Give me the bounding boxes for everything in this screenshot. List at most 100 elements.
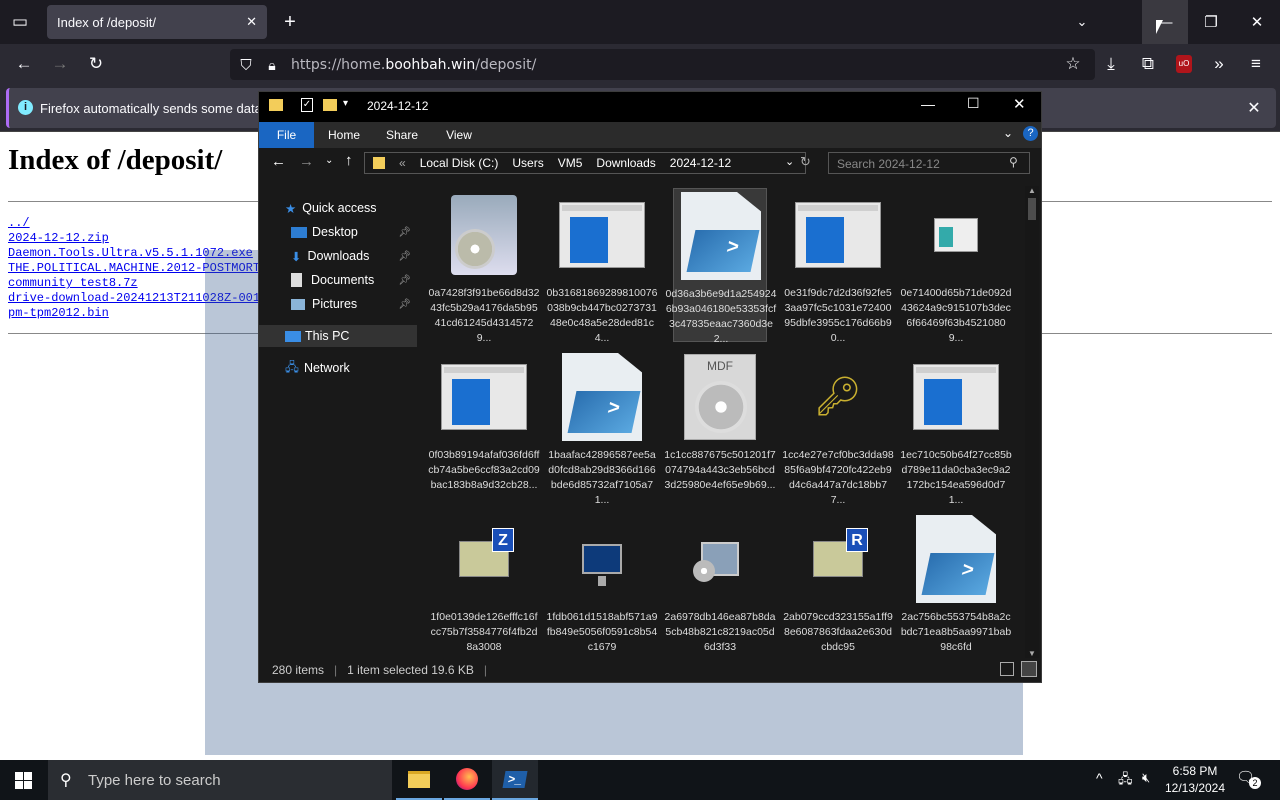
up-folder-icon[interactable]: ↑ xyxy=(345,152,353,169)
file-item[interactable]: 1ec710c50b64f27cc85bd789e11da0cba3ec9a21… xyxy=(900,350,1012,506)
selection-info: 1 item selected 19.6 KB xyxy=(347,663,474,677)
zip-archive-icon: Z xyxy=(439,516,529,602)
file-link[interactable]: pm-tpm2012.bin xyxy=(8,306,109,321)
sidebar-item-quick-access[interactable]: ★ Quick access xyxy=(259,197,417,219)
file-item[interactable]: MDF 1c1cc887675c501201f7074794a443c3eb56b… xyxy=(664,350,776,504)
sidebar-item-documents[interactable]: Documents 📌︎ xyxy=(259,269,417,291)
scrollbar-thumb[interactable] xyxy=(1028,198,1036,220)
file-item[interactable]: R 2ab079ccd323155a1ff98e6087863fdaa2e630d… xyxy=(783,512,893,656)
file-item[interactable]: >1baafac42896587ee5ad0fcd8ab29d8366d166b… xyxy=(548,350,656,506)
refresh-icon[interactable]: ↻ xyxy=(800,154,811,170)
chevron-down-icon[interactable]: ⌄ xyxy=(1068,8,1096,36)
breadcrumb-current[interactable]: 2024-12-12 xyxy=(670,156,731,170)
network-status-icon[interactable]: 🖧︎ xyxy=(1118,770,1133,792)
sidebar-item-downloads[interactable]: ⬇ Downloads 📌︎ xyxy=(259,245,417,267)
sidebar-item-desktop[interactable]: Desktop 📌︎ xyxy=(259,221,417,243)
downloads-icon[interactable]: ⤓ xyxy=(1097,50,1125,78)
sidebar-label: Quick access xyxy=(302,201,377,215)
scroll-down-icon[interactable]: ▼ xyxy=(1028,649,1036,658)
taskbar-file-explorer[interactable] xyxy=(396,760,442,800)
search-icon: ⚲ xyxy=(1009,155,1018,169)
browser-tab[interactable]: Index of /deposit/ ✕ xyxy=(47,5,267,39)
explorer-maximize-icon[interactable]: ☐ xyxy=(967,95,980,112)
new-folder-icon[interactable] xyxy=(323,99,337,111)
notification-center-icon[interactable]: 🗨︎ 2 xyxy=(1236,768,1262,790)
notification-close-icon[interactable]: ✕ xyxy=(1240,94,1268,122)
breadcrumb-downloads[interactable]: Downloads xyxy=(596,156,655,170)
explorer-minimize-icon[interactable]: — xyxy=(921,96,935,112)
file-item[interactable]: 0a7428f3f91be66d8d3243fc5b29a4176da5b954… xyxy=(429,188,539,344)
taskbar-firefox[interactable] xyxy=(444,760,490,800)
volume-muted-icon[interactable]: 🔇︎ xyxy=(1142,770,1150,786)
file-item[interactable]: 0f03b89194afaf036fd6ffcb74a5be6ccf83a2cd… xyxy=(428,350,540,504)
overflow-chevron-icon[interactable]: » xyxy=(1205,50,1233,78)
url-prefix: https://home. xyxy=(291,57,386,73)
breadcrumb-vm5[interactable]: VM5 xyxy=(558,156,583,170)
tray-chevron-icon[interactable]: ^ xyxy=(1096,770,1103,786)
menu-icon[interactable]: ≡ xyxy=(1242,50,1270,78)
file-name: 0a7428f3f91be66d8d3243fc5b29a4176da5b954… xyxy=(428,287,540,344)
mdf-disc-icon: MDF xyxy=(675,354,765,440)
reload-icon[interactable]: ↻ xyxy=(82,50,110,78)
ribbon-tab-view[interactable]: View xyxy=(434,122,484,148)
file-item[interactable]: 0e71400d65b71de092d43624a9c915107b3dec6f… xyxy=(901,188,1011,344)
computer-icon xyxy=(285,330,301,342)
bookmark-star-icon[interactable]: ☆ xyxy=(1059,50,1087,78)
sidebar-item-network[interactable]: 🖧︎ Network xyxy=(259,357,417,379)
breadcrumb-overflow[interactable]: « xyxy=(399,156,406,170)
file-explorer-window[interactable]: ✓ ▾ 2024-12-12 — ☐ ✕ File Home Share Vie… xyxy=(258,91,1042,683)
ribbon-tab-share[interactable]: Share xyxy=(377,122,427,148)
quick-access-dropdown-icon[interactable]: ▾ xyxy=(343,98,348,109)
explorer-search-input[interactable]: Search 2024-12-12 xyxy=(828,152,1030,174)
ribbon-expand-icon[interactable]: ⌄ xyxy=(1003,126,1013,140)
recent-locations-icon[interactable]: ⌄ xyxy=(325,155,333,166)
explorer-back-icon[interactable]: ← xyxy=(271,153,286,170)
file-link[interactable]: ../ xyxy=(8,216,30,231)
tab-list-icon[interactable]: ▭ xyxy=(6,8,34,36)
new-tab-icon[interactable]: + xyxy=(276,8,304,36)
file-item[interactable]: Z 1f0e0139de126efffc16fcc75b7f3584776f4fb… xyxy=(430,512,538,656)
key-settings-icon: 🔑︎ xyxy=(813,376,863,418)
address-dropdown-icon[interactable]: ⌄ xyxy=(785,155,794,168)
breadcrumb-local-disk[interactable]: Local Disk (C:) xyxy=(420,156,499,170)
file-link[interactable]: community test8.7z xyxy=(8,276,138,291)
file-item[interactable]: >0d36a3b6e9d1a2549246b93a046180e53353fcf… xyxy=(666,188,776,345)
sidebar-item-pictures[interactable]: Pictures 📌︎ xyxy=(259,293,417,315)
properties-icon[interactable]: ✓ xyxy=(301,98,313,112)
lock-icon[interactable]: 🔒︎ xyxy=(258,51,286,79)
explorer-forward-icon[interactable]: → xyxy=(299,153,314,170)
sidebar-item-this-pc[interactable]: This PC xyxy=(259,325,417,347)
file-item[interactable]: >2ac756bc553754b8a2cbdc71ea8b5aa9971bab9… xyxy=(901,512,1011,656)
system-clock[interactable]: 6:58 PM 12/13/2024 xyxy=(1163,763,1227,797)
taskbar-search[interactable]: Type here to search xyxy=(48,760,392,800)
help-icon[interactable]: ? xyxy=(1023,126,1038,141)
navigation-pane: ★ Quick access Desktop 📌︎ ⬇ Downloads 📌︎ Doc… xyxy=(259,190,417,658)
ribbon-tab-home[interactable]: Home xyxy=(319,122,369,148)
shield-icon[interactable]: ⛉ xyxy=(232,51,260,79)
forward-icon[interactable]: → xyxy=(46,50,74,78)
file-item[interactable]: 0e31f9dc7d2d36f92fe53aa97fc5c1031e724009… xyxy=(784,188,892,344)
explorer-close-icon[interactable]: ✕ xyxy=(1013,95,1026,113)
start-button[interactable] xyxy=(0,760,46,800)
large-icons-view-icon[interactable] xyxy=(1021,661,1037,677)
file-item[interactable]: 🔑︎ 1cc4e27e7cf0bc3dda9885f6a9bf4720fc422e… xyxy=(782,350,894,506)
vertical-scrollbar[interactable]: ▲ ▼ xyxy=(1025,186,1039,658)
taskbar-powershell[interactable]: >_ xyxy=(492,760,538,800)
address-bar[interactable]: « Local Disk (C:) Users VM5 Downloads 20… xyxy=(364,152,806,174)
file-item[interactable]: 2a6978db146ea87b8da5cb48b821c8219ac05d6d… xyxy=(665,512,775,656)
restore-button[interactable]: ❐ xyxy=(1188,0,1234,44)
back-icon[interactable]: ← xyxy=(10,50,38,78)
file-item[interactable]: 0b31681869289810076038b9cb447bc027373148… xyxy=(547,188,657,344)
explorer-title-bar[interactable]: ✓ ▾ 2024-12-12 — ☐ ✕ xyxy=(259,92,1041,122)
breadcrumb-users[interactable]: Users xyxy=(512,156,543,170)
details-view-icon[interactable] xyxy=(1000,662,1014,676)
scroll-up-icon[interactable]: ▲ xyxy=(1028,186,1036,195)
file-item[interactable]: 1fdb061d1518abf571a9fb849e5056f0591c8b54… xyxy=(547,512,657,656)
close-window-button[interactable]: ✕ xyxy=(1234,0,1280,44)
firefox-icon xyxy=(456,768,478,790)
tab-close-icon[interactable]: ✕ xyxy=(246,14,257,30)
file-link[interactable]: 2024-12-12.zip xyxy=(8,231,109,246)
ribbon-tab-file[interactable]: File xyxy=(259,122,314,148)
extensions-icon[interactable]: ⧉ xyxy=(1134,50,1162,78)
ublock-icon[interactable]: uO xyxy=(1176,55,1192,73)
